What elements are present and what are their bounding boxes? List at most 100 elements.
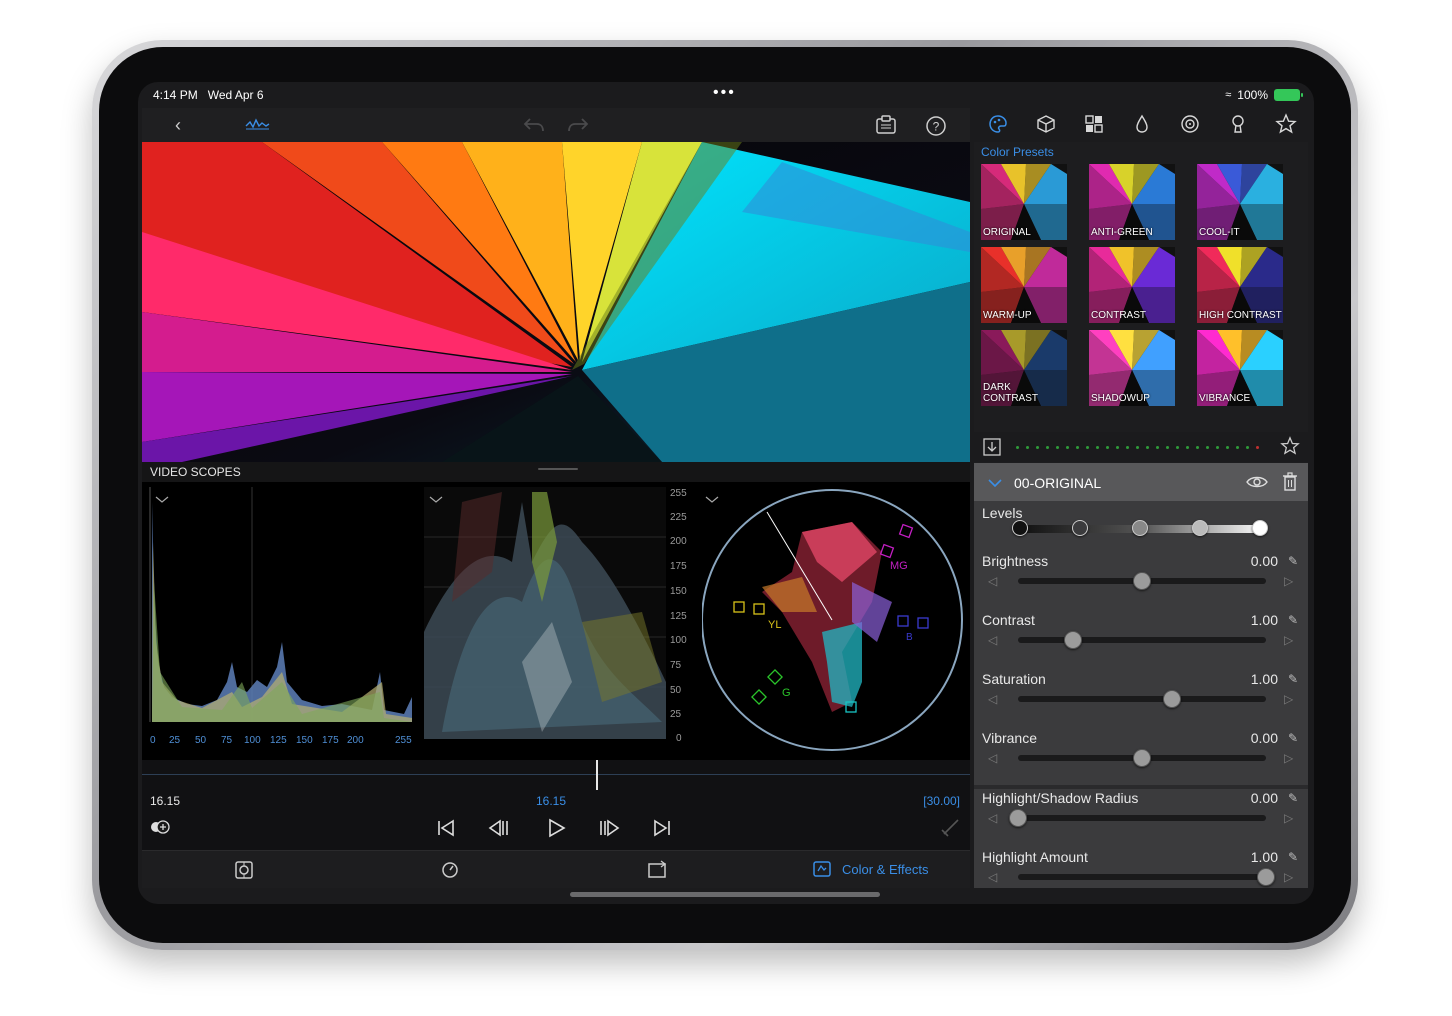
decrement-icon[interactable]: ◁: [988, 870, 997, 884]
preset-thumbnail[interactable]: DARK CONTRAST: [981, 330, 1067, 406]
preset-thumbnail[interactable]: ORIGINAL: [981, 164, 1067, 240]
preset-thumbnail[interactable]: COOL-IT: [1197, 164, 1283, 240]
eye-icon[interactable]: [1246, 474, 1268, 490]
audio-toggle-icon[interactable]: [150, 820, 172, 834]
chevron-left-icon[interactable]: ‹: [166, 114, 190, 138]
page-dot[interactable]: [1176, 446, 1179, 449]
pencil-icon[interactable]: ✎: [1288, 672, 1298, 686]
trash-icon[interactable]: [1282, 472, 1298, 492]
decrement-icon[interactable]: ◁: [988, 633, 997, 647]
grid-icon[interactable]: [1082, 113, 1106, 137]
slider-knob[interactable]: [1133, 572, 1151, 590]
help-icon[interactable]: ?: [924, 114, 948, 138]
page-dot[interactable]: [1016, 446, 1019, 449]
slider-track[interactable]: [1018, 815, 1266, 821]
decrement-icon[interactable]: ◁: [988, 811, 997, 825]
palette-icon[interactable]: [986, 113, 1010, 137]
video-viewer[interactable]: [142, 142, 970, 462]
levels-shadow-point[interactable]: [1072, 520, 1088, 536]
drop-icon[interactable]: [1130, 113, 1154, 137]
page-dot[interactable]: [1186, 446, 1189, 449]
page-dot[interactable]: [1206, 446, 1209, 449]
page-dot[interactable]: [1026, 446, 1029, 449]
page-dot[interactable]: [1216, 446, 1219, 449]
step-forward-icon[interactable]: [598, 818, 620, 843]
levels-midtone-point[interactable]: [1132, 520, 1148, 536]
playhead[interactable]: [596, 760, 598, 790]
tab-color-effects[interactable]: Color & Effects: [812, 859, 928, 879]
increment-icon[interactable]: ▷: [1284, 633, 1293, 647]
slider-knob[interactable]: [1257, 868, 1275, 886]
home-indicator[interactable]: [570, 892, 880, 897]
page-dot[interactable]: [1106, 446, 1109, 449]
tab-transform-icon[interactable]: [234, 860, 254, 885]
decrement-icon[interactable]: ◁: [988, 751, 997, 765]
slider-knob[interactable]: [1063, 631, 1082, 649]
preset-thumbnail[interactable]: SHADOWUP: [1089, 330, 1175, 406]
slider-track[interactable]: [1018, 874, 1266, 880]
slider-track[interactable]: [1018, 637, 1266, 643]
increment-icon[interactable]: ▷: [1284, 574, 1293, 588]
pencil-icon[interactable]: ✎: [1288, 791, 1298, 805]
tab-speed-icon[interactable]: [440, 860, 460, 885]
tab-crop-icon[interactable]: [646, 859, 668, 886]
skip-to-end-icon[interactable]: [652, 818, 672, 843]
slider-track[interactable]: [1018, 696, 1266, 702]
page-dot[interactable]: [1066, 446, 1069, 449]
preset-thumbnail[interactable]: VIBRANCE: [1197, 330, 1283, 406]
preset-thumbnail[interactable]: CONTRAST: [1089, 247, 1175, 323]
page-dot[interactable]: [1256, 446, 1259, 449]
page-dot[interactable]: [1236, 446, 1239, 449]
cube-icon[interactable]: [1034, 113, 1058, 137]
page-dot[interactable]: [1096, 446, 1099, 449]
timeline-track[interactable]: [142, 774, 970, 775]
decrement-icon[interactable]: ◁: [988, 692, 997, 706]
slider-knob[interactable]: [1009, 809, 1027, 827]
page-dot[interactable]: [1166, 446, 1169, 449]
page-dot[interactable]: [1136, 446, 1139, 449]
page-dot[interactable]: [1056, 446, 1059, 449]
resize-handle[interactable]: [538, 468, 578, 470]
preset-thumbnail[interactable]: WARM-UP: [981, 247, 1067, 323]
multitask-dots[interactable]: •••: [713, 84, 736, 102]
page-dot[interactable]: [1036, 446, 1039, 449]
import-icon[interactable]: [982, 437, 1002, 462]
pencil-icon[interactable]: ✎: [1288, 850, 1298, 864]
preset-thumbnail[interactable]: HIGH CONTRAST: [1197, 247, 1283, 323]
page-dot[interactable]: [1076, 446, 1079, 449]
decrement-icon[interactable]: ◁: [988, 574, 997, 588]
chevron-down-icon[interactable]: [988, 478, 1002, 488]
page-dot[interactable]: [1116, 446, 1119, 449]
page-dot[interactable]: [1156, 446, 1159, 449]
skip-to-start-icon[interactable]: [436, 818, 456, 843]
page-dot[interactable]: [1126, 446, 1129, 449]
favorite-star-icon[interactable]: [1280, 436, 1300, 461]
page-dot[interactable]: [1226, 446, 1229, 449]
increment-icon[interactable]: ▷: [1284, 692, 1293, 706]
keyhole-icon[interactable]: [1226, 113, 1250, 137]
levels-white-point[interactable]: [1252, 520, 1268, 536]
trim-icon[interactable]: [940, 816, 962, 843]
increment-icon[interactable]: ▷: [1284, 870, 1293, 884]
page-dot[interactable]: [1146, 446, 1149, 449]
pencil-icon[interactable]: ✎: [1288, 731, 1298, 745]
target-icon[interactable]: [1178, 113, 1202, 137]
redo-icon[interactable]: [566, 114, 590, 138]
preset-thumbnail[interactable]: ANTI-GREEN: [1089, 164, 1175, 240]
page-dot[interactable]: [1246, 446, 1249, 449]
play-icon[interactable]: [546, 818, 566, 843]
pencil-icon[interactable]: ✎: [1288, 554, 1298, 568]
page-dot[interactable]: [1196, 446, 1199, 449]
clipboard-icon[interactable]: [874, 114, 898, 138]
increment-icon[interactable]: ▷: [1284, 751, 1293, 765]
waveform-icon[interactable]: [244, 114, 274, 138]
page-dot[interactable]: [1046, 446, 1049, 449]
page-dot[interactable]: [1086, 446, 1089, 449]
undo-icon[interactable]: [522, 114, 546, 138]
levels-highlight-point[interactable]: [1192, 520, 1208, 536]
pencil-icon[interactable]: ✎: [1288, 613, 1298, 627]
star-icon[interactable]: [1274, 113, 1298, 137]
slider-knob[interactable]: [1162, 690, 1181, 708]
adjustment-header[interactable]: 00-ORIGINAL: [974, 463, 1308, 501]
slider-knob[interactable]: [1133, 749, 1151, 767]
